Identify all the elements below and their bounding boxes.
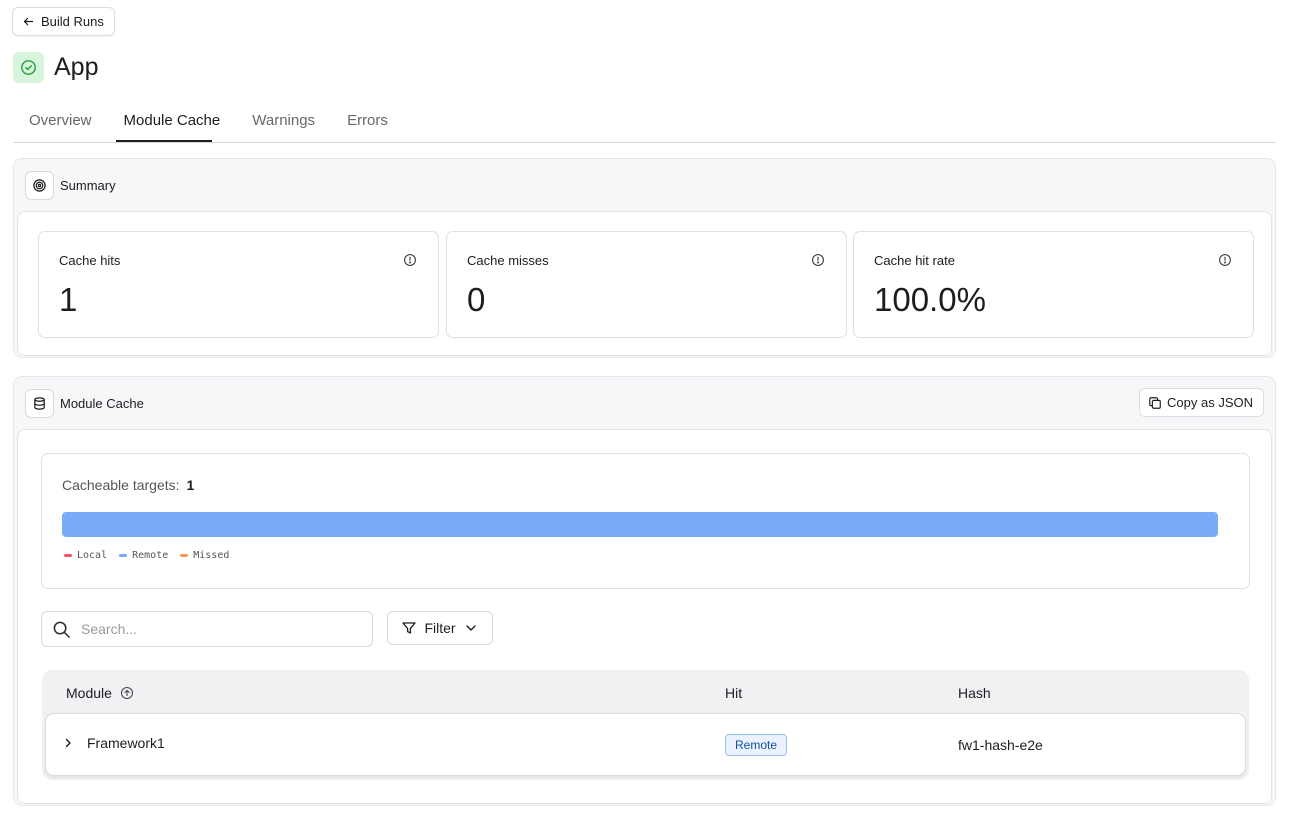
cacheable-targets-summary: Cacheable targets: 1 (62, 477, 194, 493)
chevron-down-icon (465, 625, 476, 631)
stat-value: 100.0% (874, 281, 986, 318)
cacheable-targets-panel: Cacheable targets: 1 Local Remote Missed (41, 453, 1250, 589)
copy-as-json-label: Copy as JSON (1167, 395, 1253, 410)
legend-label: Remote (132, 550, 169, 561)
legend-label: Missed (193, 550, 230, 561)
module-cache-title: Module Cache (60, 395, 144, 411)
module-cache-header: Module Cache Copy as JSON (14, 377, 1275, 429)
cacheable-targets-label: Cacheable targets: (62, 477, 180, 493)
tab-warnings[interactable]: Warnings (236, 104, 331, 143)
summary-header: Summary (14, 159, 1275, 211)
column-header-module[interactable]: Module (66, 685, 134, 701)
stat-label: Cache hit rate (874, 253, 955, 268)
module-cache-body: Cacheable targets: 1 Local Remote Missed (17, 429, 1272, 804)
module-name: Framework1 (87, 735, 165, 751)
sort-ascending-icon[interactable] (120, 686, 134, 700)
stat-cache-hit-rate: Cache hit rate 100.0% (853, 231, 1254, 338)
column-header-label: Hit (725, 685, 743, 701)
stat-value: 0 (467, 281, 486, 318)
legend-swatch-local (64, 554, 72, 557)
info-icon[interactable] (1218, 253, 1232, 267)
legend-missed: Missed (180, 550, 229, 561)
page-header: App (13, 52, 98, 83)
stat-cache-misses: Cache misses 0 (446, 231, 847, 338)
filter-label: Filter (424, 620, 456, 636)
column-header-label: Module (66, 685, 112, 701)
legend-label: Local (77, 550, 108, 561)
search-box (41, 611, 373, 647)
filter-icon (402, 622, 417, 634)
page-title: App (54, 53, 99, 81)
hit-badge: Remote (725, 734, 788, 756)
chevron-right-icon[interactable] (62, 737, 74, 749)
module-hash: fw1-hash-e2e (958, 737, 1043, 753)
tab-bar: Overview Module Cache Warnings Errors (13, 104, 1276, 143)
cacheable-targets-count: 1 (186, 477, 195, 493)
stat-label: Cache misses (467, 253, 549, 268)
legend-swatch-missed (180, 554, 189, 557)
info-icon[interactable] (403, 253, 417, 267)
tab-module-cache[interactable]: Module Cache (108, 104, 237, 143)
copy-as-json-button[interactable]: Copy as JSON (1139, 388, 1264, 417)
arrow-left-icon (23, 17, 34, 26)
back-button-label: Build Runs (41, 14, 104, 29)
column-header-hash: Hash (958, 685, 991, 701)
search-icon (53, 621, 70, 638)
active-tab-indicator (116, 140, 212, 142)
copy-icon (1149, 396, 1161, 409)
cache-legend: Local Remote Missed (64, 550, 229, 561)
filter-button[interactable]: Filter (387, 611, 493, 645)
stat-cache-hits: Cache hits 1 (38, 231, 439, 338)
success-status-icon (13, 52, 44, 83)
remote-bar-segment (62, 512, 1218, 537)
legend-swatch-remote (119, 554, 128, 557)
column-header-label: Hash (958, 685, 991, 701)
legend-local: Local (64, 550, 107, 561)
cache-distribution-bar (62, 512, 1218, 537)
legend-remote: Remote (119, 550, 168, 561)
summary-stats: Cache hits 1 Cache misses 0 Cache hit ra… (17, 211, 1272, 356)
database-icon (25, 388, 54, 418)
table-row[interactable]: Framework1 Remote fw1-hash-e2e (45, 713, 1246, 776)
summary-title: Summary (60, 177, 116, 193)
column-header-hit: Hit (725, 685, 742, 701)
search-input[interactable] (81, 621, 341, 637)
summary-icon (25, 170, 54, 200)
back-to-build-runs-button[interactable]: Build Runs (12, 7, 115, 36)
tab-overview[interactable]: Overview (13, 104, 108, 143)
summary-card: Summary Cache hits 1 Cache misses 0 Cach… (13, 158, 1276, 358)
stat-value: 1 (59, 281, 78, 318)
tab-errors[interactable]: Errors (331, 104, 404, 143)
module-cache-card: Module Cache Copy as JSON Cacheable targ… (13, 376, 1276, 806)
info-icon[interactable] (811, 253, 825, 267)
module-cache-table: Module Hit Hash Framework1 Remote fw1-ha… (42, 670, 1249, 780)
stat-label: Cache hits (59, 253, 121, 268)
